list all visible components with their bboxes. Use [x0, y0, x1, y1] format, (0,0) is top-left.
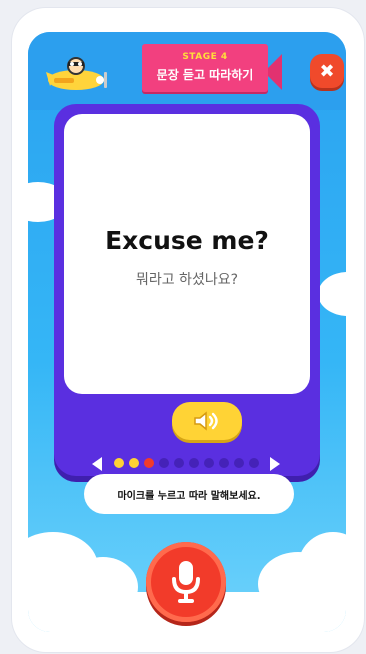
pager-dot: [189, 458, 199, 468]
pager-dot: [114, 458, 124, 468]
phone-frame: STAGE 4 문장 듣고 따라하기 ✖ Excuse me? 뭐라고 하셨나요…: [12, 8, 364, 652]
pager-dot: [249, 458, 259, 468]
english-sentence: Excuse me?: [105, 226, 269, 255]
close-button[interactable]: ✖: [310, 54, 344, 88]
pager-dots: [114, 458, 259, 468]
pager-dot: [129, 458, 139, 468]
close-icon: ✖: [319, 60, 335, 82]
microphone-button[interactable]: [146, 542, 226, 622]
pager-dot: [159, 458, 169, 468]
pager-dot: [144, 458, 154, 468]
stage-label: STAGE 4: [182, 52, 228, 62]
sentence-panel: Excuse me? 뭐라고 하셨나요?: [54, 104, 320, 476]
chevron-right-icon[interactable]: [270, 457, 280, 471]
sentence-pager: [92, 454, 280, 474]
instruction-text: 마이크를 누르고 따라 말해보세요.: [117, 490, 261, 502]
game-screen: STAGE 4 문장 듣고 따라하기 ✖ Excuse me? 뭐라고 하셨나요…: [28, 32, 346, 632]
chevron-left-icon[interactable]: [92, 457, 102, 471]
speaker-icon: [194, 411, 218, 431]
pager-dot: [174, 458, 184, 468]
korean-translation: 뭐라고 하셨나요?: [135, 272, 239, 288]
instruction-bubble: 마이크를 누르고 따라 말해보세요.: [84, 474, 294, 514]
activity-title: 문장 듣고 따라하기: [156, 68, 254, 82]
play-sound-button[interactable]: [172, 402, 242, 440]
pager-dot: [204, 458, 214, 468]
sentence-card: Excuse me? 뭐라고 하셨나요?: [64, 114, 310, 394]
pager-dot: [219, 458, 229, 468]
pager-dot: [234, 458, 244, 468]
microphone-icon: [172, 561, 200, 603]
stage-banner: STAGE 4 문장 듣고 따라하기: [132, 44, 282, 98]
cloud: [318, 272, 346, 316]
airplane-mascot-icon: [46, 57, 107, 90]
